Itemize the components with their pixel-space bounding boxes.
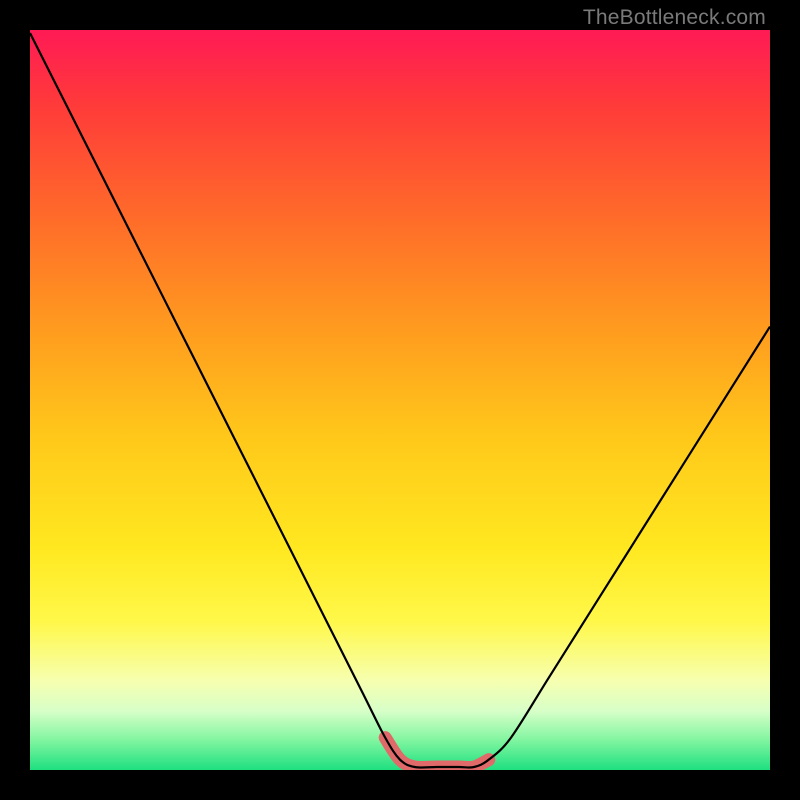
bottleneck-curve	[30, 33, 770, 768]
curve-layer	[30, 30, 770, 770]
bottleneck-highlight	[385, 738, 489, 768]
plot-area	[30, 30, 770, 770]
bottleneck-chart: TheBottleneck.com	[0, 0, 800, 800]
watermark-text: TheBottleneck.com	[583, 6, 766, 30]
